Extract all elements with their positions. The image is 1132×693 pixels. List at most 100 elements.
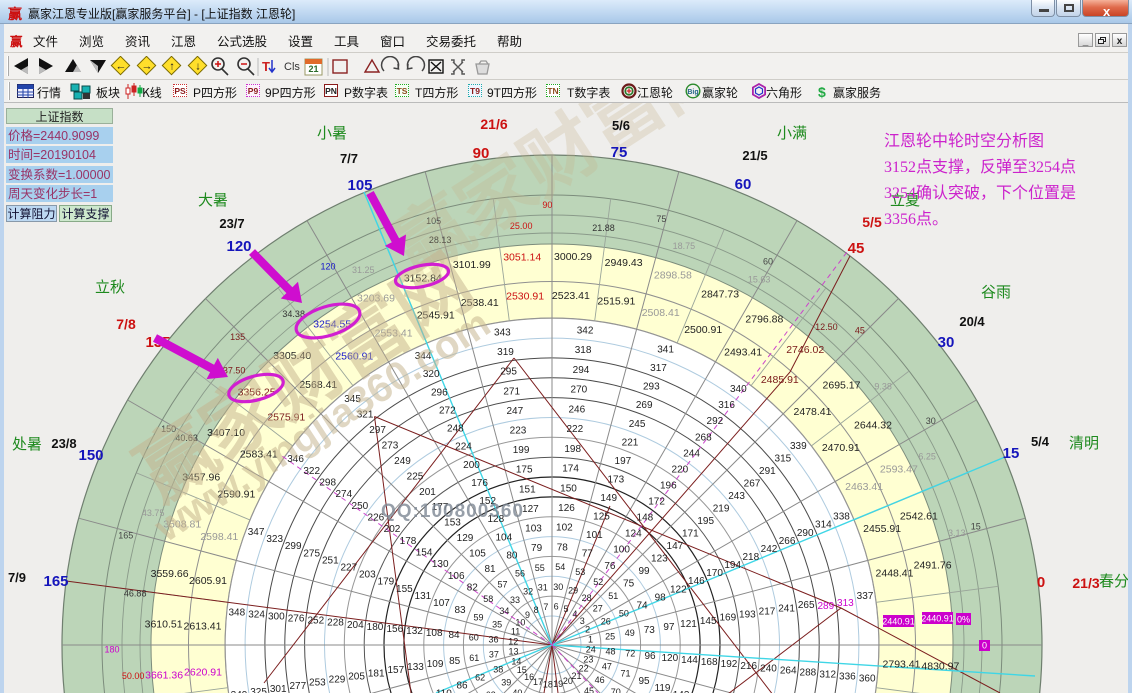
- svg-text:269: 269: [636, 400, 653, 411]
- svg-text:5/6: 5/6: [612, 118, 630, 133]
- svg-text:268: 268: [695, 432, 712, 443]
- svg-text:←: ←: [116, 61, 127, 73]
- svg-text:225: 225: [407, 471, 424, 482]
- svg-text:156: 156: [386, 624, 403, 635]
- svg-text:243: 243: [728, 491, 745, 502]
- svg-text:50.00: 50.00: [122, 671, 145, 681]
- svg-text:272: 272: [439, 405, 456, 416]
- svg-text:100: 100: [613, 545, 630, 556]
- svg-text:104: 104: [495, 532, 512, 543]
- svg-text:289: 289: [817, 601, 834, 612]
- svg-text:293: 293: [643, 382, 660, 393]
- svg-text:7/8: 7/8: [116, 316, 136, 332]
- svg-text:小暑: 小暑: [317, 122, 347, 143]
- svg-text:168: 168: [701, 657, 718, 668]
- svg-text:178: 178: [400, 536, 417, 547]
- svg-text:谷雨: 谷雨: [981, 281, 1011, 302]
- svg-text:2644.32: 2644.32: [854, 420, 892, 432]
- svg-text:2493.41: 2493.41: [724, 346, 762, 358]
- svg-text:46: 46: [595, 675, 605, 685]
- svg-text:122: 122: [670, 584, 687, 595]
- svg-text:220: 220: [672, 464, 689, 475]
- svg-text:105: 105: [347, 177, 372, 194]
- svg-text:57: 57: [497, 579, 507, 589]
- svg-text:149: 149: [600, 493, 617, 504]
- svg-text:97: 97: [663, 622, 675, 633]
- svg-text:175: 175: [516, 465, 533, 476]
- svg-text:2898.58: 2898.58: [654, 270, 692, 282]
- svg-text:70: 70: [611, 687, 621, 693]
- svg-text:275: 275: [303, 548, 320, 559]
- svg-text:2470.91: 2470.91: [822, 442, 860, 454]
- svg-text:348: 348: [228, 607, 245, 618]
- svg-text:120: 120: [226, 238, 251, 255]
- svg-text:45: 45: [855, 326, 865, 336]
- svg-text:173: 173: [607, 474, 624, 485]
- svg-text:125: 125: [593, 511, 610, 522]
- svg-text:85: 85: [449, 656, 461, 667]
- svg-text:38: 38: [493, 664, 503, 674]
- svg-text:204: 204: [347, 620, 364, 631]
- svg-text:151: 151: [519, 484, 536, 495]
- svg-text:338: 338: [833, 512, 850, 523]
- svg-text:58: 58: [483, 594, 493, 604]
- svg-text:299: 299: [285, 541, 302, 552]
- svg-text:297: 297: [369, 425, 386, 436]
- svg-text:3356点。: 3356点。: [884, 205, 948, 229]
- svg-text:251: 251: [322, 555, 339, 566]
- svg-text:40: 40: [512, 688, 522, 693]
- svg-text:221: 221: [622, 437, 639, 448]
- svg-text:294: 294: [573, 365, 590, 376]
- svg-text:2515.91: 2515.91: [597, 296, 635, 308]
- svg-text:81: 81: [484, 564, 496, 575]
- svg-text:2485.91: 2485.91: [761, 374, 799, 386]
- svg-text:→: →: [142, 61, 153, 73]
- svg-text:253: 253: [309, 678, 326, 689]
- svg-text:98: 98: [655, 592, 667, 603]
- svg-text:1: 1: [588, 634, 593, 644]
- svg-text:3000.29: 3000.29: [554, 251, 592, 263]
- svg-text:316: 316: [718, 400, 735, 411]
- svg-text:180: 180: [367, 622, 384, 633]
- svg-text:60: 60: [469, 632, 479, 642]
- svg-text:200: 200: [463, 460, 480, 471]
- svg-text:13: 13: [508, 647, 518, 657]
- svg-text:72: 72: [625, 649, 635, 659]
- svg-text:3254确认突破，下个位置是: 3254确认突破，下个位置是: [884, 179, 1076, 203]
- svg-text:176: 176: [471, 478, 488, 489]
- svg-text:33: 33: [510, 595, 520, 605]
- svg-text:0: 0: [1037, 574, 1045, 591]
- svg-text:17: 17: [533, 677, 543, 687]
- svg-text:223: 223: [510, 426, 527, 437]
- svg-text:295: 295: [500, 367, 517, 378]
- svg-text:30: 30: [553, 582, 563, 592]
- svg-text:82: 82: [467, 583, 479, 594]
- svg-text:T: T: [262, 59, 270, 74]
- svg-text:323: 323: [266, 534, 283, 545]
- svg-text:2478.41: 2478.41: [794, 406, 832, 418]
- svg-text:73: 73: [644, 625, 656, 636]
- svg-text:126: 126: [558, 503, 575, 514]
- svg-text:174: 174: [562, 464, 579, 475]
- svg-text:96: 96: [644, 651, 656, 662]
- svg-text:75: 75: [656, 214, 666, 224]
- svg-text:71: 71: [620, 669, 630, 679]
- svg-text:132: 132: [406, 626, 423, 637]
- svg-text:2463.41: 2463.41: [845, 481, 883, 493]
- svg-text:203: 203: [359, 570, 376, 581]
- svg-text:12.50: 12.50: [815, 322, 838, 332]
- svg-text:7/7: 7/7: [340, 151, 358, 166]
- svg-text:60: 60: [735, 176, 752, 193]
- svg-text:5: 5: [563, 604, 568, 614]
- svg-text:2847.73: 2847.73: [701, 289, 739, 301]
- svg-text:45: 45: [584, 686, 594, 693]
- svg-text:32: 32: [523, 587, 533, 597]
- svg-text:23/8: 23/8: [51, 436, 76, 451]
- svg-text:246: 246: [568, 404, 585, 415]
- svg-text:2613.41: 2613.41: [184, 621, 222, 633]
- svg-text:129: 129: [457, 533, 474, 544]
- svg-text:250: 250: [352, 501, 369, 512]
- svg-text:340: 340: [730, 384, 747, 395]
- svg-text:120: 120: [320, 261, 335, 271]
- svg-text:202: 202: [384, 524, 401, 535]
